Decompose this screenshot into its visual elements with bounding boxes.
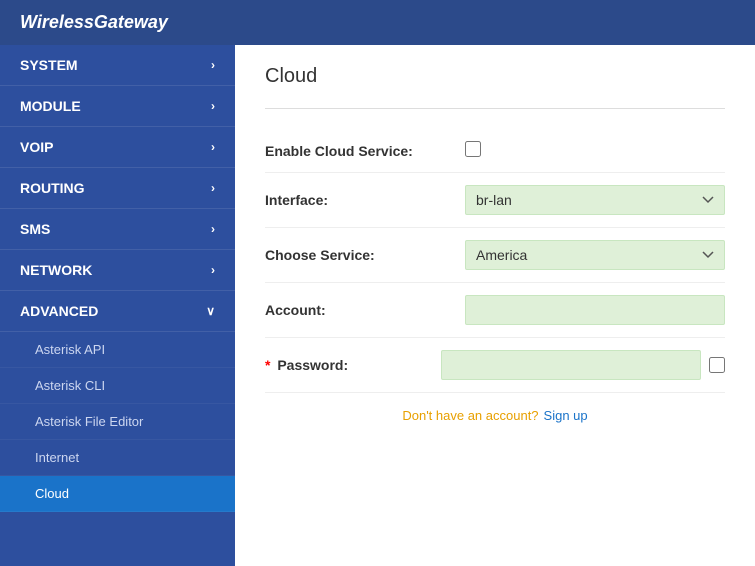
main-layout: SYSTEM › MODULE › VOIP › ROUTING › SMS ›… — [0, 45, 755, 566]
sidebar-subitem-asterisk-cli[interactable]: Asterisk CLI — [0, 368, 235, 404]
enable-cloud-service-label: Enable Cloud Service: — [265, 143, 465, 159]
sidebar-subitem-label: Asterisk API — [35, 342, 105, 357]
sidebar-subitem-label: Cloud — [35, 486, 69, 501]
password-input-row — [441, 350, 725, 380]
account-control — [465, 295, 725, 325]
choose-service-label: Choose Service: — [265, 247, 465, 263]
interface-label: Interface: — [265, 192, 465, 208]
sidebar-label-sms: SMS — [20, 221, 50, 237]
show-password-checkbox[interactable] — [709, 357, 725, 373]
sidebar-subitem-cloud[interactable]: Cloud — [0, 476, 235, 512]
chevron-down-icon: ∨ — [206, 304, 215, 318]
chevron-right-icon: › — [211, 181, 215, 195]
signup-link[interactable]: Sign up — [544, 408, 588, 423]
dont-have-account-text: Don't have an account? — [402, 408, 538, 423]
account-label: Account: — [265, 302, 465, 318]
sidebar-label-routing: ROUTING — [20, 180, 85, 196]
enable-cloud-service-checkbox[interactable] — [465, 141, 481, 157]
chevron-right-icon: › — [211, 222, 215, 236]
sidebar-label-network: NETWORK — [20, 262, 92, 278]
app-title: WirelessGateway — [20, 12, 168, 32]
account-input[interactable] — [465, 295, 725, 325]
sidebar-item-system[interactable]: SYSTEM › — [0, 45, 235, 86]
choose-service-control: America Europe Asia — [465, 240, 725, 270]
sidebar-subitem-label: Asterisk File Editor — [35, 414, 143, 429]
sidebar-subitem-asterisk-file-editor[interactable]: Asterisk File Editor — [0, 404, 235, 440]
sidebar-subitem-label: Asterisk CLI — [35, 378, 105, 393]
sidebar-item-voip[interactable]: VOIP › — [0, 127, 235, 168]
password-label-text: Password: — [277, 357, 348, 373]
chevron-right-icon: › — [211, 140, 215, 154]
sidebar-item-advanced[interactable]: ADVANCED ∨ — [0, 291, 235, 332]
interface-row: Interface: br-lan eth0 wlan0 — [265, 173, 725, 228]
sidebar: SYSTEM › MODULE › VOIP › ROUTING › SMS ›… — [0, 45, 235, 566]
enable-cloud-service-row: Enable Cloud Service: — [265, 129, 725, 173]
sidebar-label-voip: VOIP — [20, 139, 53, 155]
sidebar-label-system: SYSTEM — [20, 57, 78, 73]
choose-service-select-wrapper: America Europe Asia — [465, 240, 725, 270]
sidebar-item-routing[interactable]: ROUTING › — [0, 168, 235, 209]
choose-service-row: Choose Service: America Europe Asia — [265, 228, 725, 283]
chevron-right-icon: › — [211, 263, 215, 277]
password-row: * Password: — [265, 338, 725, 393]
sidebar-item-sms[interactable]: SMS › — [0, 209, 235, 250]
content-area: Cloud Enable Cloud Service: Interface: b… — [235, 45, 755, 566]
interface-select-wrapper: br-lan eth0 wlan0 — [465, 185, 725, 215]
interface-select[interactable]: br-lan eth0 wlan0 — [465, 185, 725, 215]
page-title: Cloud — [265, 65, 725, 88]
interface-control: br-lan eth0 wlan0 — [465, 185, 725, 215]
password-control — [441, 350, 725, 380]
signup-row: Don't have an account? Sign up — [265, 393, 725, 438]
sidebar-item-module[interactable]: MODULE › — [0, 86, 235, 127]
required-marker: * — [265, 357, 270, 373]
app-header: WirelessGateway — [0, 0, 755, 45]
enable-cloud-service-control — [465, 141, 725, 160]
sidebar-label-advanced: ADVANCED — [20, 303, 98, 319]
chevron-right-icon: › — [211, 58, 215, 72]
choose-service-select[interactable]: America Europe Asia — [465, 240, 725, 270]
divider — [265, 108, 725, 109]
password-label: * Password: — [265, 357, 441, 373]
sidebar-subitem-internet[interactable]: Internet — [0, 440, 235, 476]
sidebar-subitem-label: Internet — [35, 450, 79, 465]
sidebar-item-network[interactable]: NETWORK › — [0, 250, 235, 291]
account-row: Account: — [265, 283, 725, 338]
chevron-right-icon: › — [211, 99, 215, 113]
password-input[interactable] — [441, 350, 701, 380]
sidebar-label-module: MODULE — [20, 98, 81, 114]
sidebar-subitem-asterisk-api[interactable]: Asterisk API — [0, 332, 235, 368]
